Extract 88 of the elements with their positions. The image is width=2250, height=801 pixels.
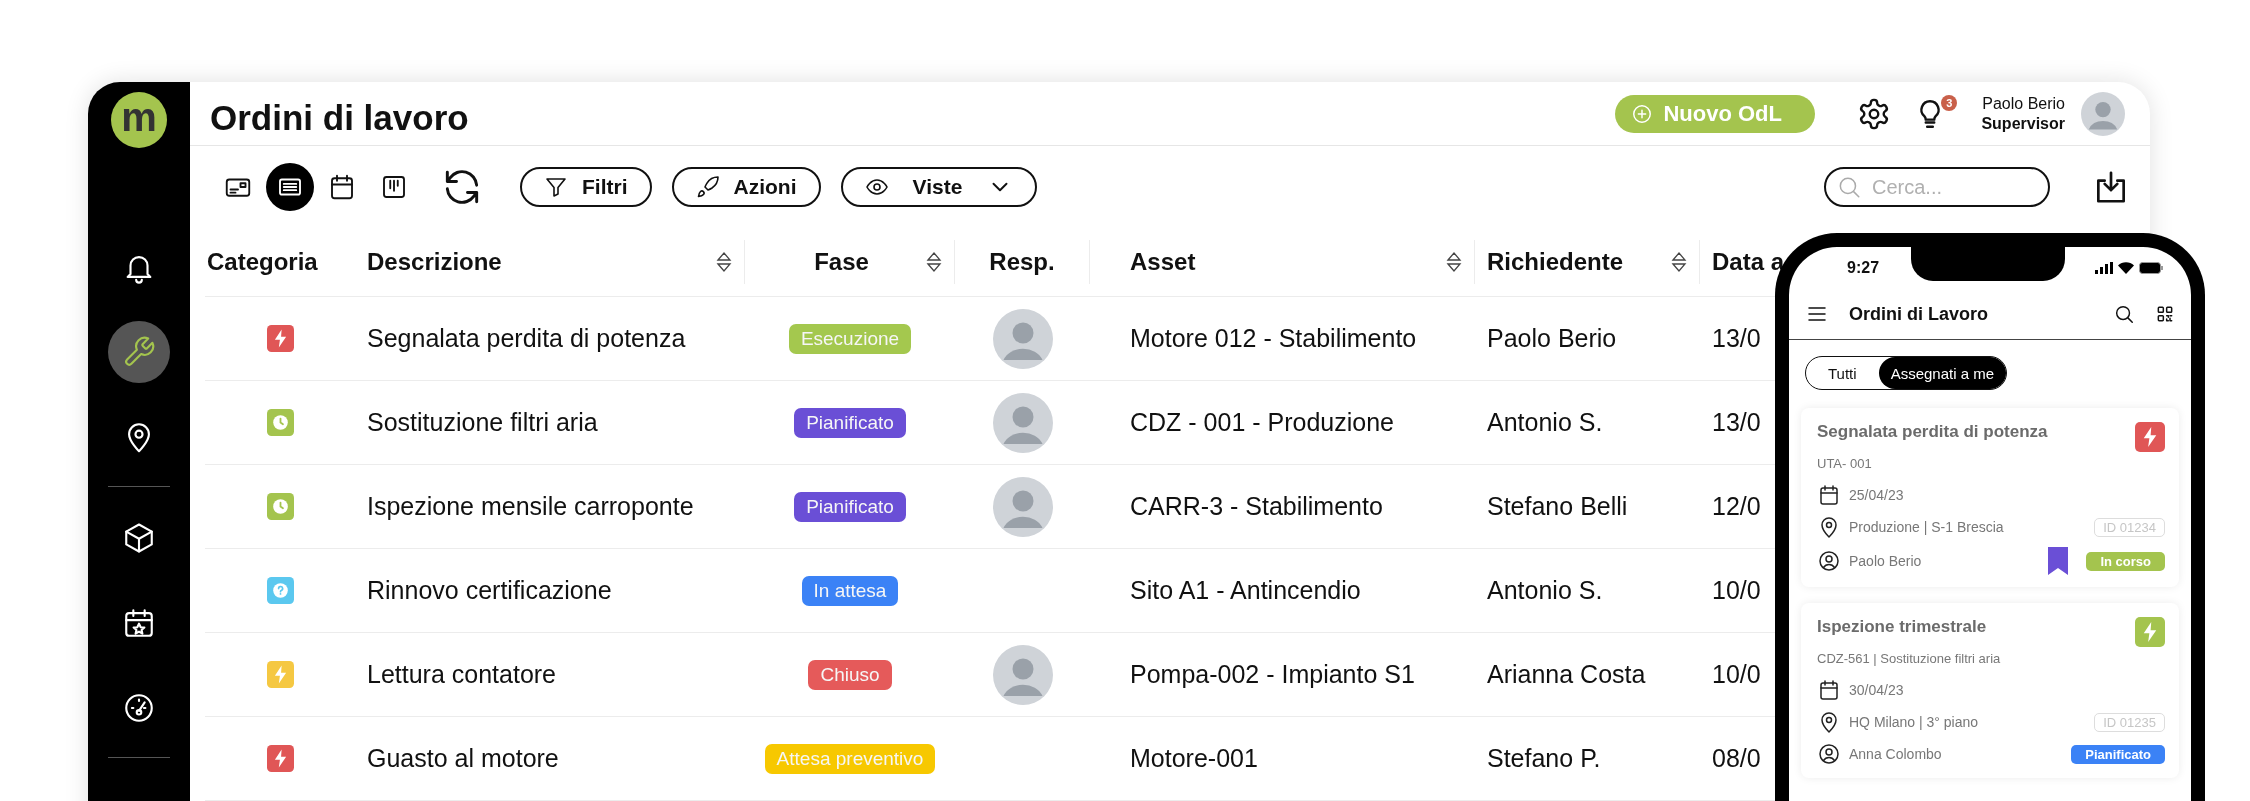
view-toggle[interactable]	[266, 163, 314, 211]
phase-badge: In attesa	[801, 575, 899, 606]
app-logo[interactable]: m	[111, 92, 167, 148]
card-date: 30/04/23	[1849, 682, 1905, 698]
card-location: Produzione | S-1 Brescia	[1849, 519, 2005, 535]
phase-badge: Pianificato	[794, 407, 906, 438]
sort-icon[interactable]	[926, 250, 942, 274]
filter-button[interactable]: Filtri	[520, 167, 652, 207]
card-title: Segnalata perdita di potenza	[1817, 422, 2049, 442]
status-badge: In corso	[2086, 551, 2165, 571]
date-cell-text: 10/0	[1711, 576, 1762, 605]
phase-badge: Esecuzione	[788, 323, 912, 354]
date-cell-text: 08/0	[1711, 744, 1762, 773]
asset-cell-text: Pompa-002 - Impianto S1	[1129, 660, 1416, 689]
actions-button[interactable]: Azioni	[671, 167, 821, 207]
card-title: Ispezione trimestrale	[1817, 617, 1988, 637]
asset-cell-text: CARR-3 - Stabilimento	[1129, 492, 1384, 521]
asset-cell-text: Motore 012 - Stabilimento	[1129, 324, 1418, 353]
calendar-icon	[1817, 483, 1841, 507]
description-cell-text: Lettura contatore	[366, 660, 557, 689]
search-field[interactable]: Cerca...	[1824, 167, 2050, 207]
card-location: HQ Milano | 3° piano	[1849, 714, 1980, 730]
requester-cell-text: Stefano P.	[1486, 744, 1602, 773]
sort-icon[interactable]	[716, 250, 732, 274]
calendar-star-icon	[122, 606, 156, 640]
filter-tab[interactable]: Tutti	[1806, 357, 1879, 389]
user-icon	[1817, 742, 1841, 766]
phone-title: Ordini di Lavoro	[1849, 303, 1989, 325]
qr-code-icon	[2155, 304, 2175, 324]
page-title: Ordini di lavoro	[210, 97, 469, 138]
rocket-icon	[695, 175, 720, 199]
asset-cell-text: Motore-001	[1129, 744, 1259, 773]
sort-icon[interactable]	[1446, 250, 1462, 274]
search-icon	[2113, 303, 2135, 325]
order-id: ID 01235	[2094, 712, 2165, 732]
card-subtitle: UTA- 001	[1817, 456, 1873, 471]
calendar-icon	[1817, 678, 1841, 702]
plus-circle-icon	[1631, 102, 1654, 125]
column-header: Resp.	[988, 248, 1056, 276]
card-person: Anna Colombo	[1849, 746, 1943, 762]
asset-cell-text: CDZ - 001 - Produzione	[1129, 408, 1395, 437]
description-cell-text: Guasto al motore	[366, 744, 560, 773]
gauge-icon	[122, 691, 156, 725]
requester-cell-text: Paolo Berio	[1486, 324, 1618, 353]
user-icon	[1817, 549, 1841, 573]
column-header: Categoria	[207, 248, 319, 276]
filter-tab[interactable]: Assegnati a me	[1878, 357, 2006, 389]
views-dropdown[interactable]: Viste	[840, 167, 1037, 207]
battery-icon	[2139, 262, 2163, 274]
asset-cell-text: Sito A1 - Antincendio	[1129, 576, 1362, 605]
requester-cell-text: Antonio S.	[1486, 408, 1604, 437]
user-avatar	[2081, 91, 2125, 136]
notification-badge: 3	[1941, 94, 1958, 111]
card-date: 25/04/23	[1849, 487, 1905, 503]
phase-badge: Chiuso	[808, 659, 892, 690]
wifi-icon	[2118, 262, 2134, 274]
bookmark-icon[interactable]	[2046, 547, 2071, 575]
status-badge: Pianificato	[2071, 744, 2165, 764]
phase-badge: Pianificato	[794, 491, 906, 522]
description-cell-text: Segnalata perdita di potenza	[366, 324, 687, 353]
user-role: Supervisor	[1981, 113, 2065, 134]
order-id: ID 01234	[2094, 517, 2165, 537]
date-cell-text: 13/0	[1711, 408, 1762, 437]
description-cell-text: Sostituzione filtri aria	[366, 408, 599, 437]
wrench-icon	[122, 335, 156, 369]
column-header: Descrizione	[367, 248, 503, 276]
date-cell-text: 13/0	[1711, 324, 1762, 353]
column-header: Fase	[813, 248, 870, 276]
user-name: Paolo Berio	[1982, 93, 2065, 114]
work-order-card[interactable]: Segnalata perdita di potenza UTA- 001 25/04/23 Produzione | S-1 Brescia ID 01234 Paolo Berio In corso	[1801, 408, 2179, 587]
sort-icon[interactable]	[1671, 250, 1687, 274]
requester-cell-text: Stefano Belli	[1486, 492, 1629, 521]
funnel-icon	[544, 175, 568, 199]
status-time: 9:27	[1847, 259, 1880, 277]
work-order-card[interactable]: Ispezione trimestrale CDZ-561 | Sostituzione filtri aria 30/04/23 HQ Milano | 3° piano ID 01235 Anna Colombo Pianificato	[1801, 603, 2179, 778]
date-cell-text: 12/0	[1711, 492, 1762, 521]
card-person: Paolo Berio	[1849, 553, 1923, 569]
requester-cell-text: Antonio S.	[1486, 576, 1604, 605]
cube-icon	[122, 521, 156, 555]
phase-badge: Attesa preventivo	[764, 743, 936, 774]
requester-cell-text: Arianna Costa	[1486, 660, 1647, 689]
description-cell-text: Rinnovo certificazione	[366, 576, 613, 605]
column-header: Asset	[1130, 248, 1197, 276]
card-subtitle: CDZ-561 | Sostituzione filtri aria	[1817, 651, 2002, 666]
description-cell-text: Ispezione mensile carroponte	[366, 492, 695, 521]
column-header: Richiedente	[1487, 248, 1625, 276]
date-cell-text: 10/0	[1711, 660, 1762, 689]
signal-icon	[2095, 262, 2113, 274]
